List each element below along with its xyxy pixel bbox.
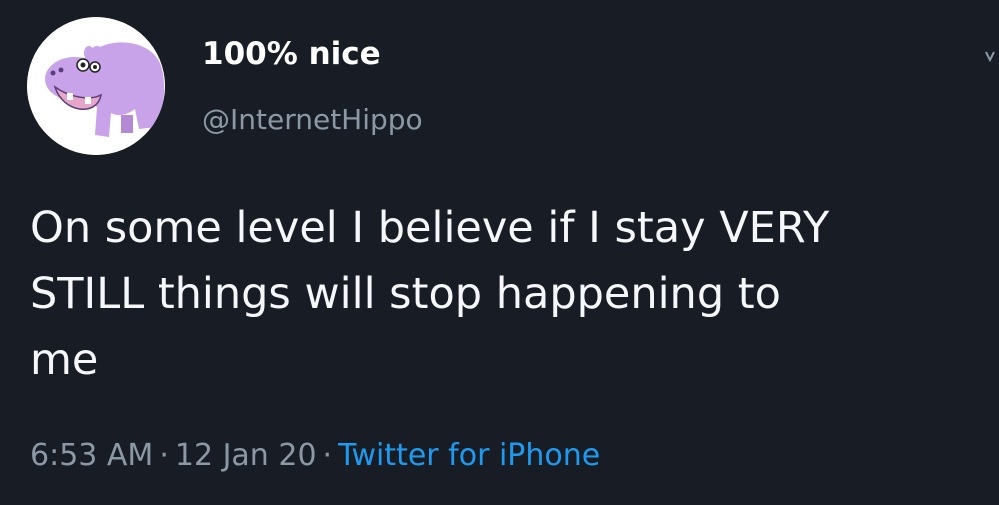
tweet-source-link[interactable]: Twitter for iPhone [338,438,600,473]
hippo-avatar-icon [27,17,165,155]
tweet-date[interactable]: 12 Jan 20 [175,438,317,473]
tweet-card: 100% nice @InternetHippo On some level I… [0,0,999,505]
avatar[interactable] [27,17,165,155]
meta-separator: · [322,438,333,473]
author-handle[interactable]: @InternetHippo [202,103,423,136]
tweet-time[interactable]: 6:53 AM [30,438,153,473]
chevron-down-icon[interactable] [985,46,995,68]
tweet-meta: 6:53 AM · 12 Jan 20 · Twitter for iPhone [30,438,600,473]
meta-separator: · [159,438,169,473]
author-display-name[interactable]: 100% nice [202,36,381,72]
tweet-text: On some level I believe if I stay VERY S… [30,203,830,385]
